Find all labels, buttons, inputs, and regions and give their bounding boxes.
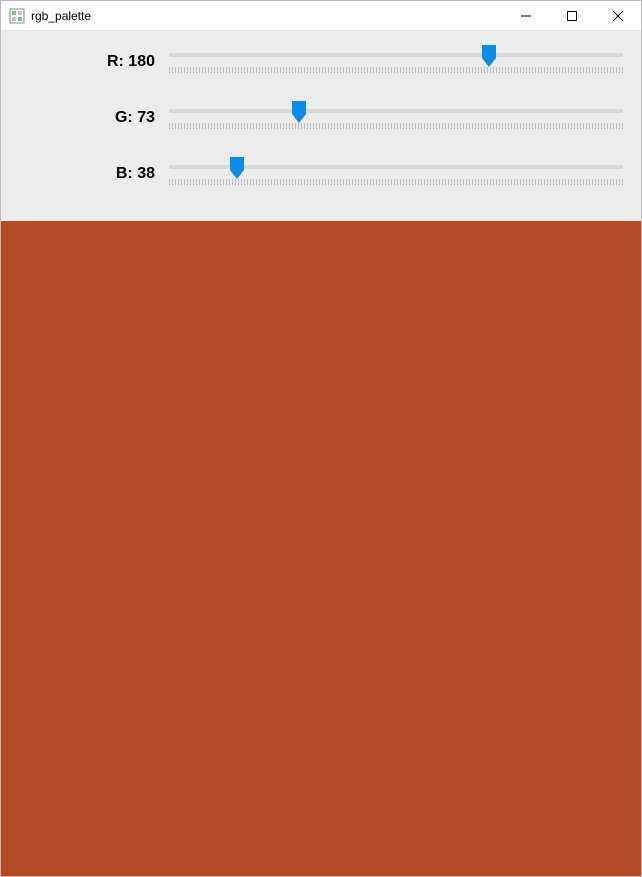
close-button[interactable]: [595, 1, 641, 31]
slider-r[interactable]: [169, 45, 623, 79]
minimize-button[interactable]: [503, 1, 549, 31]
color-preview: [1, 221, 641, 876]
window-titlebar: rgb_palette: [1, 1, 641, 31]
slider-panel: R: 180 G: 73 B: 38: [1, 31, 641, 221]
slider-label-b: B: 38: [19, 165, 159, 183]
slider-label-g: G: 73: [19, 109, 159, 127]
app-icon: [9, 8, 25, 24]
slider-row-r: R: 180: [19, 45, 623, 79]
maximize-button[interactable]: [549, 1, 595, 31]
slider-g[interactable]: [169, 101, 623, 135]
slider-row-b: B: 38: [19, 157, 623, 191]
slider-row-g: G: 73: [19, 101, 623, 135]
slider-b[interactable]: [169, 157, 623, 191]
slider-label-r: R: 180: [19, 53, 159, 71]
window-title: rgb_palette: [31, 9, 91, 23]
